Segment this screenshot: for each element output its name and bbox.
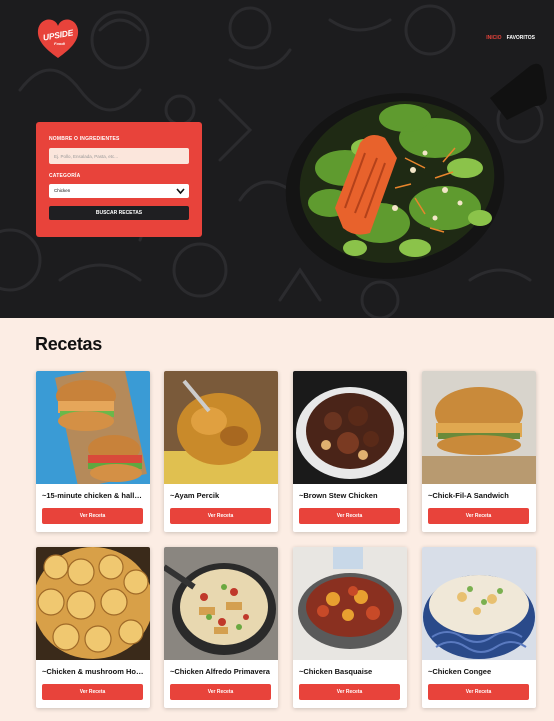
view-recipe-button[interactable]: Ver Receta — [170, 508, 271, 524]
recipe-name: ~Brown Stew Chicken — [299, 491, 378, 500]
recipe-name: ~15-minute chicken & halloumi burgers — [42, 491, 144, 500]
recipe-name: ~Chicken Congee — [428, 667, 492, 676]
chevron-down-icon — [176, 188, 185, 195]
search-recipes-button[interactable]: BUSCAR RECETAS — [49, 206, 189, 220]
view-recipe-button[interactable]: Ver Receta — [299, 684, 400, 700]
recipe-card[interactable]: ~Chick-Fil-A Sandwich Ver Receta — [422, 371, 536, 532]
recipe-image — [36, 547, 150, 660]
upside-foodi-logo[interactable]: UPSIDE Foodi — [36, 16, 80, 60]
category-select[interactable]: Chicken — [49, 184, 189, 198]
category-label: CATEGORÍA — [49, 173, 81, 179]
nav-favoritos-link[interactable]: FAVORITOS — [507, 35, 535, 41]
recipe-card[interactable]: ~Brown Stew Chicken Ver Receta — [293, 371, 407, 532]
logo-subtext: Foodi — [54, 41, 65, 46]
salmon-salad-plate-image — [285, 63, 547, 279]
recipe-name: ~Chicken & mushroom Hotpot — [42, 667, 144, 676]
recipe-search-form: NOMBRE O INGREDIENTES CATEGORÍA Chicken … — [36, 122, 202, 237]
top-nav: INICIO FAVORITOS — [486, 35, 535, 41]
recipe-image — [293, 547, 407, 660]
recipe-card[interactable]: ~Ayam Percik Ver Receta — [164, 371, 278, 532]
recipe-card[interactable]: ~Chicken Alfredo Primavera Ver Receta — [164, 547, 278, 708]
recipe-image — [164, 547, 278, 660]
view-recipe-button[interactable]: Ver Receta — [428, 684, 529, 700]
ingredients-input[interactable] — [49, 148, 189, 164]
recipe-card[interactable]: ~Chicken & mushroom Hotpot Ver Receta — [36, 547, 150, 708]
recipe-image — [422, 371, 536, 484]
recipe-name: ~Chick-Fil-A Sandwich — [428, 491, 509, 500]
ingredients-label: NOMBRE O INGREDIENTES — [49, 136, 120, 142]
recipe-image — [293, 371, 407, 484]
view-recipe-button[interactable]: Ver Receta — [428, 508, 529, 524]
recipes-section-title: Recetas — [35, 334, 102, 354]
view-recipe-button[interactable]: Ver Receta — [42, 508, 143, 524]
recipe-image — [422, 547, 536, 660]
recipe-image — [164, 371, 278, 484]
recipe-card[interactable]: ~Chicken Basquaise Ver Receta — [293, 547, 407, 708]
category-selected-value: Chicken — [54, 188, 71, 193]
recipe-name: ~Chicken Alfredo Primavera — [170, 667, 270, 676]
view-recipe-button[interactable]: Ver Receta — [42, 684, 143, 700]
view-recipe-button[interactable]: Ver Receta — [299, 508, 400, 524]
recipe-name: ~Ayam Percik — [170, 491, 220, 500]
nav-inicio-link[interactable]: INICIO — [486, 35, 501, 41]
recipe-card[interactable]: ~Chicken Congee Ver Receta — [422, 547, 536, 708]
recipe-name: ~Chicken Basquaise — [299, 667, 373, 676]
recipe-image — [36, 371, 150, 484]
view-recipe-button[interactable]: Ver Receta — [170, 684, 271, 700]
recipe-card[interactable]: ~15-minute chicken & halloumi burgers Ve… — [36, 371, 150, 532]
